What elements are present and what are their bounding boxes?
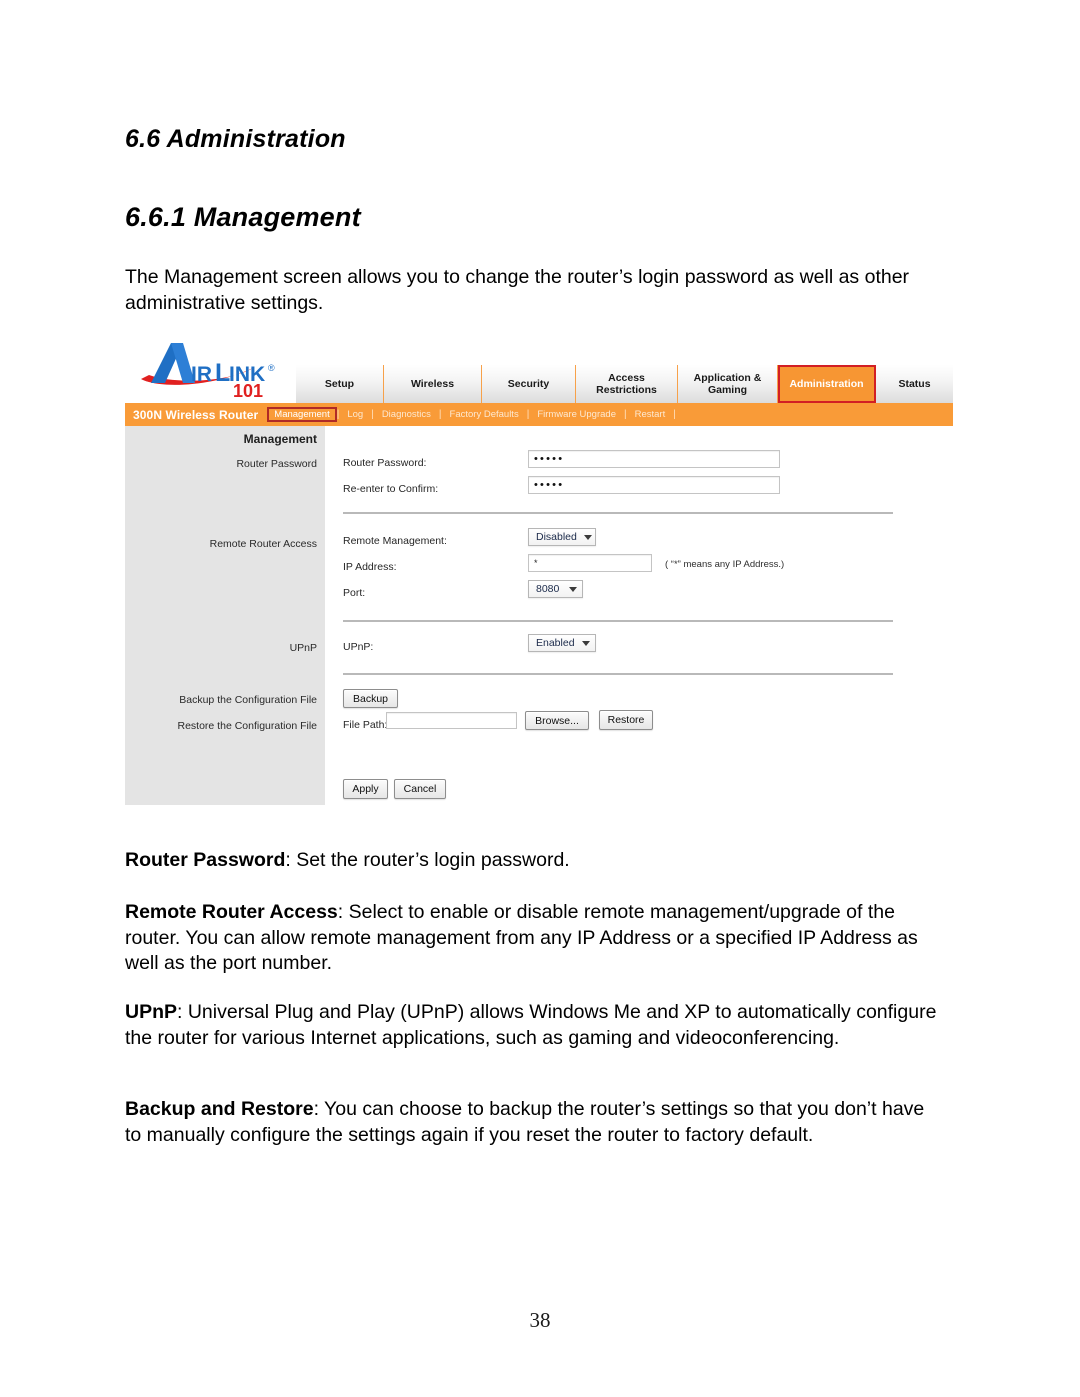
- tab-administration[interactable]: Administration: [778, 365, 876, 403]
- file-path-label: File Path:: [343, 719, 388, 731]
- text-upnp: : Universal Plug and Play (UPnP) allows …: [125, 1001, 937, 1049]
- subtab-diagnostics[interactable]: Diagnostics: [375, 408, 438, 421]
- intro-paragraph: The Management screen allows you to chan…: [125, 266, 910, 314]
- router-admin-screenshot: IR L INK ® 101 Setup Wireless Security A…: [125, 333, 953, 805]
- upnp-value: Enabled: [536, 637, 575, 649]
- port-select[interactable]: 8080: [528, 580, 583, 598]
- paragraph-remote-router-access: Remote Router Access: Select to enable o…: [125, 900, 937, 977]
- chevron-down-icon: [582, 640, 590, 646]
- upnp-select[interactable]: Enabled: [528, 634, 596, 652]
- ip-address-label: IP Address:: [343, 561, 397, 573]
- router-password-label: Router Password:: [343, 457, 427, 469]
- backup-button[interactable]: Backup: [343, 689, 398, 708]
- term-remote-router-access: Remote Router Access: [125, 901, 338, 923]
- port-value: 8080: [536, 583, 560, 595]
- panel-title: Management: [243, 432, 317, 446]
- tab-wireless[interactable]: Wireless: [384, 365, 482, 403]
- term-backup-restore: Backup and Restore: [125, 1098, 314, 1120]
- ip-address-value: *: [534, 558, 538, 568]
- restore-button[interactable]: Restore: [599, 710, 653, 730]
- subtab-factory-defaults[interactable]: Factory Defaults: [443, 408, 526, 421]
- subsection-heading: 6.6.1 Management: [125, 202, 361, 232]
- panel-row-upnp: UPnP: [289, 642, 317, 654]
- svg-text:®: ®: [268, 363, 275, 373]
- chevron-down-icon: [569, 586, 577, 592]
- cancel-button[interactable]: Cancel: [394, 779, 446, 799]
- term-router-password: Router Password: [125, 849, 286, 871]
- remote-management-label: Remote Management:: [343, 535, 447, 547]
- subtab-separator: |: [673, 409, 676, 420]
- svg-text:101: 101: [233, 381, 263, 399]
- sub-tab-bar[interactable]: Management | Log | Diagnostics | Factory…: [267, 407, 677, 422]
- file-path-input[interactable]: [386, 712, 517, 729]
- tab-application-gaming[interactable]: Application & Gaming: [678, 365, 778, 403]
- svg-text:IR: IR: [191, 363, 212, 386]
- text-router-password: : Set the router’s login password.: [285, 849, 570, 871]
- panel-row-restore-config: Restore the Configuration File: [177, 720, 318, 732]
- paragraph-backup-restore: Backup and Restore: You can choose to ba…: [125, 1097, 937, 1148]
- svg-text:L: L: [215, 359, 230, 387]
- browse-button[interactable]: Browse...: [525, 711, 589, 730]
- page-number: 38: [529, 1308, 551, 1332]
- subtab-log[interactable]: Log: [340, 408, 370, 421]
- settings-form: Router Password: ••••• Re-enter to Confi…: [325, 426, 953, 805]
- ip-address-input[interactable]: *: [528, 554, 652, 572]
- divider-2: [343, 620, 893, 622]
- paragraph-router-password: Router Password: Set the router’s login …: [125, 848, 937, 874]
- reenter-password-input[interactable]: •••••: [528, 476, 780, 494]
- reenter-password-value: •••••: [534, 478, 565, 491]
- term-upnp: UPnP: [125, 1001, 178, 1023]
- left-description-panel: Management Router Password Remote Router…: [125, 426, 325, 805]
- subtab-restart[interactable]: Restart: [628, 408, 673, 421]
- divider-1: [343, 512, 893, 514]
- reenter-password-label: Re-enter to Confirm:: [343, 483, 439, 495]
- router-password-input[interactable]: •••••: [528, 450, 780, 468]
- subtab-management[interactable]: Management: [267, 407, 337, 422]
- document-page: 6.6 Administration 6.6.1 Management The …: [0, 0, 1080, 1397]
- apply-button[interactable]: Apply: [343, 779, 388, 799]
- model-name: 300N Wireless Router: [133, 407, 259, 422]
- tab-status[interactable]: Status: [876, 365, 953, 403]
- router-header: IR L INK ® 101 Setup Wireless Security A…: [125, 333, 953, 406]
- remote-management-value: Disabled: [536, 531, 577, 543]
- panel-row-router-password: Router Password: [236, 458, 317, 470]
- tab-setup[interactable]: Setup: [296, 365, 384, 403]
- paragraph-upnp: UPnP: Universal Plug and Play (UPnP) all…: [125, 1000, 937, 1051]
- panel-row-backup-config: Backup the Configuration File: [179, 694, 317, 706]
- router-body: Management Router Password Remote Router…: [125, 426, 953, 805]
- router-sub-bar: 300N Wireless Router Management | Log | …: [125, 403, 953, 426]
- port-label: Port:: [343, 587, 366, 599]
- subtab-firmware-upgrade[interactable]: Firmware Upgrade: [530, 408, 623, 421]
- router-password-value: •••••: [534, 452, 565, 465]
- airlink-logo: IR L INK ® 101: [137, 337, 297, 399]
- divider-3: [343, 673, 893, 675]
- section-heading: 6.6 Administration: [125, 125, 346, 153]
- chevron-down-icon: [583, 534, 592, 540]
- airlink-logo-svg: IR L INK ® 101: [141, 343, 275, 399]
- panel-row-remote-access: Remote Router Access: [209, 538, 317, 550]
- remote-management-select[interactable]: Disabled: [528, 528, 596, 546]
- tab-access-restrictions[interactable]: Access Restrictions: [576, 365, 678, 403]
- tab-security[interactable]: Security: [482, 365, 576, 403]
- ip-address-hint: ( “*” means any IP Address.): [665, 559, 785, 570]
- upnp-label: UPnP:: [343, 641, 374, 653]
- main-tab-bar[interactable]: Setup Wireless Security Access Restricti…: [296, 365, 953, 406]
